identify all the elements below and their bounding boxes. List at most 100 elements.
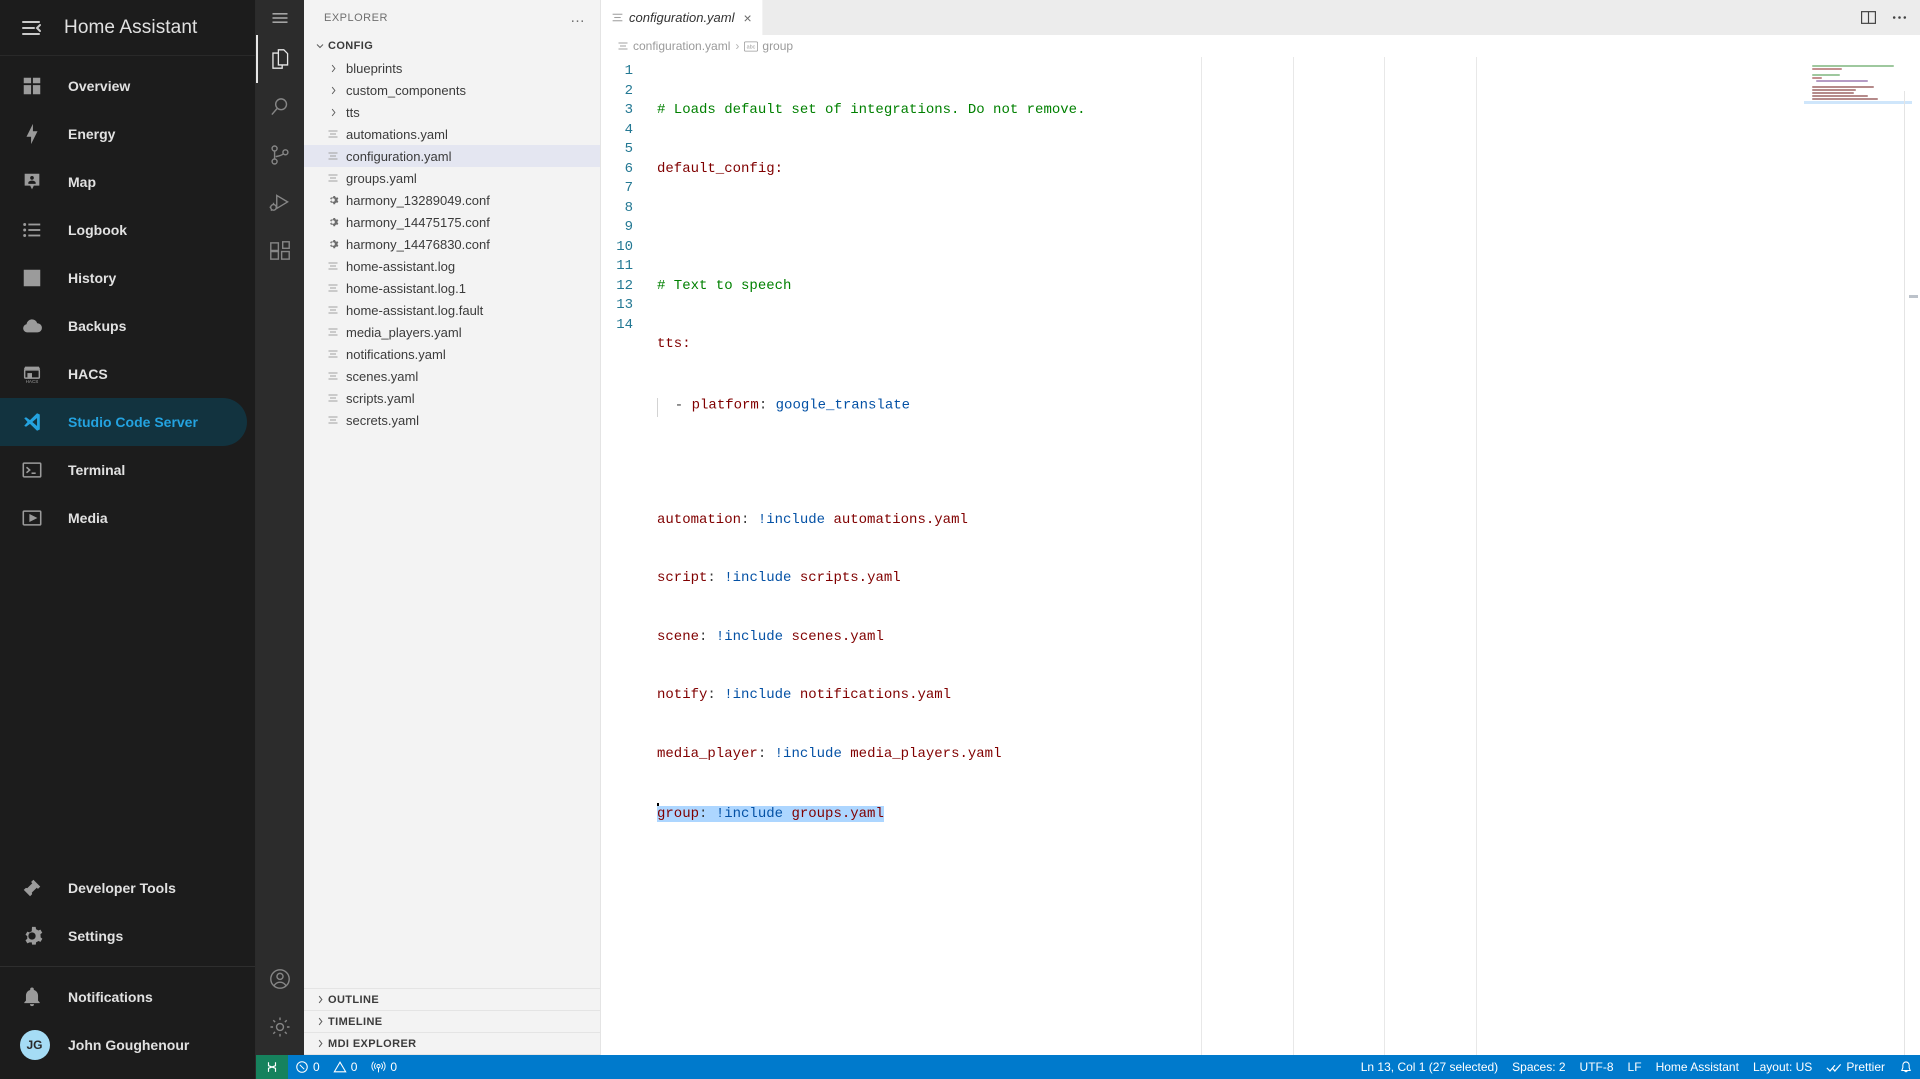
sidebar-item-map[interactable]: Map (0, 158, 247, 206)
code-line-10: scene: !include scenes.yaml (657, 628, 884, 645)
sidebar-item-backups[interactable]: Backups (0, 302, 247, 350)
breadcrumb-symbol[interactable]: abc group (744, 39, 793, 53)
chevron-right-icon (312, 1016, 328, 1027)
file-tree-item-secrets-yaml[interactable]: secrets.yaml (304, 409, 600, 431)
error-count: 0 (313, 1060, 320, 1074)
format-list-bulleted-icon (12, 219, 52, 241)
sidebar-item-hacs[interactable]: HACS HACS (0, 350, 247, 398)
sidebar-item-user-profile[interactable]: JG John Goughenour (0, 1021, 247, 1069)
sidebar-item-logbook[interactable]: Logbook (0, 206, 247, 254)
menu-icon[interactable] (256, 0, 304, 35)
file-tree-item-configuration-yaml[interactable]: configuration.yaml (304, 145, 600, 167)
encoding-setting[interactable]: UTF-8 (1573, 1055, 1621, 1079)
activitybar-search[interactable] (256, 83, 304, 131)
remote-window-icon[interactable] (256, 1055, 288, 1079)
chevron-right-icon (324, 63, 342, 74)
activitybar-manage-gear-icon[interactable] (256, 1003, 304, 1051)
sidebar-item-developer-tools[interactable]: Developer Tools (0, 864, 247, 912)
explorer-root-folder[interactable]: CONFIG (304, 35, 600, 57)
sidebar-item-label: Overview (68, 78, 131, 94)
file-tree-item-notifications-yaml[interactable]: notifications.yaml (304, 343, 600, 365)
file-tree-item-scripts-yaml[interactable]: scripts.yaml (304, 387, 600, 409)
ellipsis-icon[interactable] (1891, 9, 1908, 26)
minimap[interactable] (1804, 57, 1920, 1055)
problems-indicator[interactable]: 0 0 (288, 1055, 364, 1079)
ports-indicator[interactable]: 0 (364, 1055, 404, 1079)
bell-icon[interactable] (1892, 1055, 1920, 1079)
sidebar-item-energy[interactable]: Energy (0, 110, 247, 158)
abc-symbol-icon: abc (744, 40, 759, 52)
code-line-8: automation: !include automations.yaml (657, 511, 968, 528)
sidebar-item-overview[interactable]: Overview (0, 62, 247, 110)
activitybar-run-and-debug[interactable] (256, 179, 304, 227)
cursor-position[interactable]: Ln 13, Col 1 (27 selected) (1354, 1055, 1505, 1079)
sidebar-item-media[interactable]: Media (0, 494, 247, 542)
warning-icon (333, 1060, 347, 1074)
file-tree-item-home-assistant-log-1[interactable]: home-assistant.log.1 (304, 277, 600, 299)
overview-ruler[interactable] (1906, 57, 1920, 1055)
chevron-down-icon (312, 40, 328, 52)
file-tree-item-blueprints[interactable]: blueprints (304, 57, 600, 79)
split-editor-icon[interactable] (1860, 9, 1877, 26)
panel-timeline[interactable]: TIMELINE (304, 1011, 600, 1033)
activitybar-explorer[interactable] (256, 35, 304, 83)
file-tree-item-harmony-14476830-conf[interactable]: harmony_14476830.conf (304, 233, 600, 255)
ellipsis-icon[interactable]: … (564, 10, 592, 25)
activitybar-source-control[interactable] (256, 131, 304, 179)
sidebar-item-history[interactable]: History (0, 254, 247, 302)
file-tree-item-custom-components[interactable]: custom_components (304, 79, 600, 101)
ports-count: 0 (390, 1060, 398, 1074)
sidebar-item-settings[interactable]: Settings (0, 912, 247, 960)
tab-configuration-yaml[interactable]: configuration.yaml × (601, 0, 763, 35)
line-number: 9 (624, 219, 633, 235)
sidebar-item-terminal[interactable]: Terminal (0, 446, 247, 494)
log-file-icon (324, 260, 342, 272)
conf-gear-file-icon (324, 194, 342, 206)
close-icon[interactable]: × (744, 11, 752, 25)
hammer-icon (12, 877, 52, 899)
activitybar-extensions[interactable] (256, 227, 304, 275)
keyboard-layout[interactable]: Layout: US (1746, 1055, 1819, 1079)
menu-collapse-icon[interactable] (12, 8, 52, 48)
file-tree-item-harmony-14475175-conf[interactable]: harmony_14475175.conf (304, 211, 600, 233)
line-number: 6 (624, 160, 633, 177)
code-line-4: # Text to speech (657, 277, 1920, 297)
yaml-file-icon (324, 326, 342, 338)
file-tree-item-harmony-13289049-conf[interactable]: harmony_13289049.conf (304, 189, 600, 211)
eol-setting[interactable]: LF (1621, 1055, 1649, 1079)
file-tree-item-scenes-yaml[interactable]: scenes.yaml (304, 365, 600, 387)
panel-outline[interactable]: OUTLINE (304, 989, 600, 1011)
sidebar-item-label: Studio Code Server (68, 414, 198, 430)
code-line-13[interactable]: group: !include groups.yaml (657, 803, 1920, 823)
breadcrumb-file[interactable]: configuration.yaml (617, 39, 730, 53)
conf-gear-file-icon (324, 238, 342, 250)
file-tree-item-media-players-yaml[interactable]: media_players.yaml (304, 321, 600, 343)
indentation-setting[interactable]: Spaces: 2 (1505, 1055, 1572, 1079)
line-number: 2 (624, 82, 633, 99)
prettier-label: Prettier (1846, 1060, 1885, 1074)
file-tree-item-home-assistant-log-fault[interactable]: home-assistant.log.fault (304, 299, 600, 321)
file-tree-item-home-assistant-log[interactable]: home-assistant.log (304, 255, 600, 277)
activitybar-accounts[interactable] (256, 955, 304, 1003)
view-dashboard-icon (12, 75, 52, 97)
code-editor[interactable]: 1 2 3 4 5 6 7 8 9 10 11 12 13 14 # Loads… (601, 57, 1920, 1055)
code-lines[interactable]: # Loads default set of integrations. Do … (647, 57, 1920, 1055)
sidebar-item-studio-code-server[interactable]: Studio Code Server (0, 398, 247, 446)
sidebar-item-label: Media (68, 510, 108, 526)
file-name: scripts.yaml (346, 390, 415, 406)
file-tree-item-groups-yaml[interactable]: groups.yaml (304, 167, 600, 189)
language-mode[interactable]: Home Assistant (1649, 1055, 1746, 1079)
prettier-status[interactable]: Prettier (1819, 1055, 1892, 1079)
code-content[interactable]: 1 2 3 4 5 6 7 8 9 10 11 12 13 14 # Loads… (601, 57, 1920, 1055)
file-tree-item-tts[interactable]: tts (304, 101, 600, 123)
panel-mdi-explorer[interactable]: MDI EXPLORER (304, 1033, 600, 1055)
lightning-bolt-icon (12, 123, 52, 145)
code-line-9: script: !include scripts.yaml (657, 570, 901, 586)
sidebar-item-label: Settings (68, 928, 124, 944)
sidebar-item-notifications[interactable]: Notifications (0, 973, 247, 1021)
status-bar-left: 0 0 0 (256, 1055, 404, 1079)
file-tree-item-automations-yaml[interactable]: automations.yaml (304, 123, 600, 145)
code-line-5: tts: (657, 335, 1920, 355)
